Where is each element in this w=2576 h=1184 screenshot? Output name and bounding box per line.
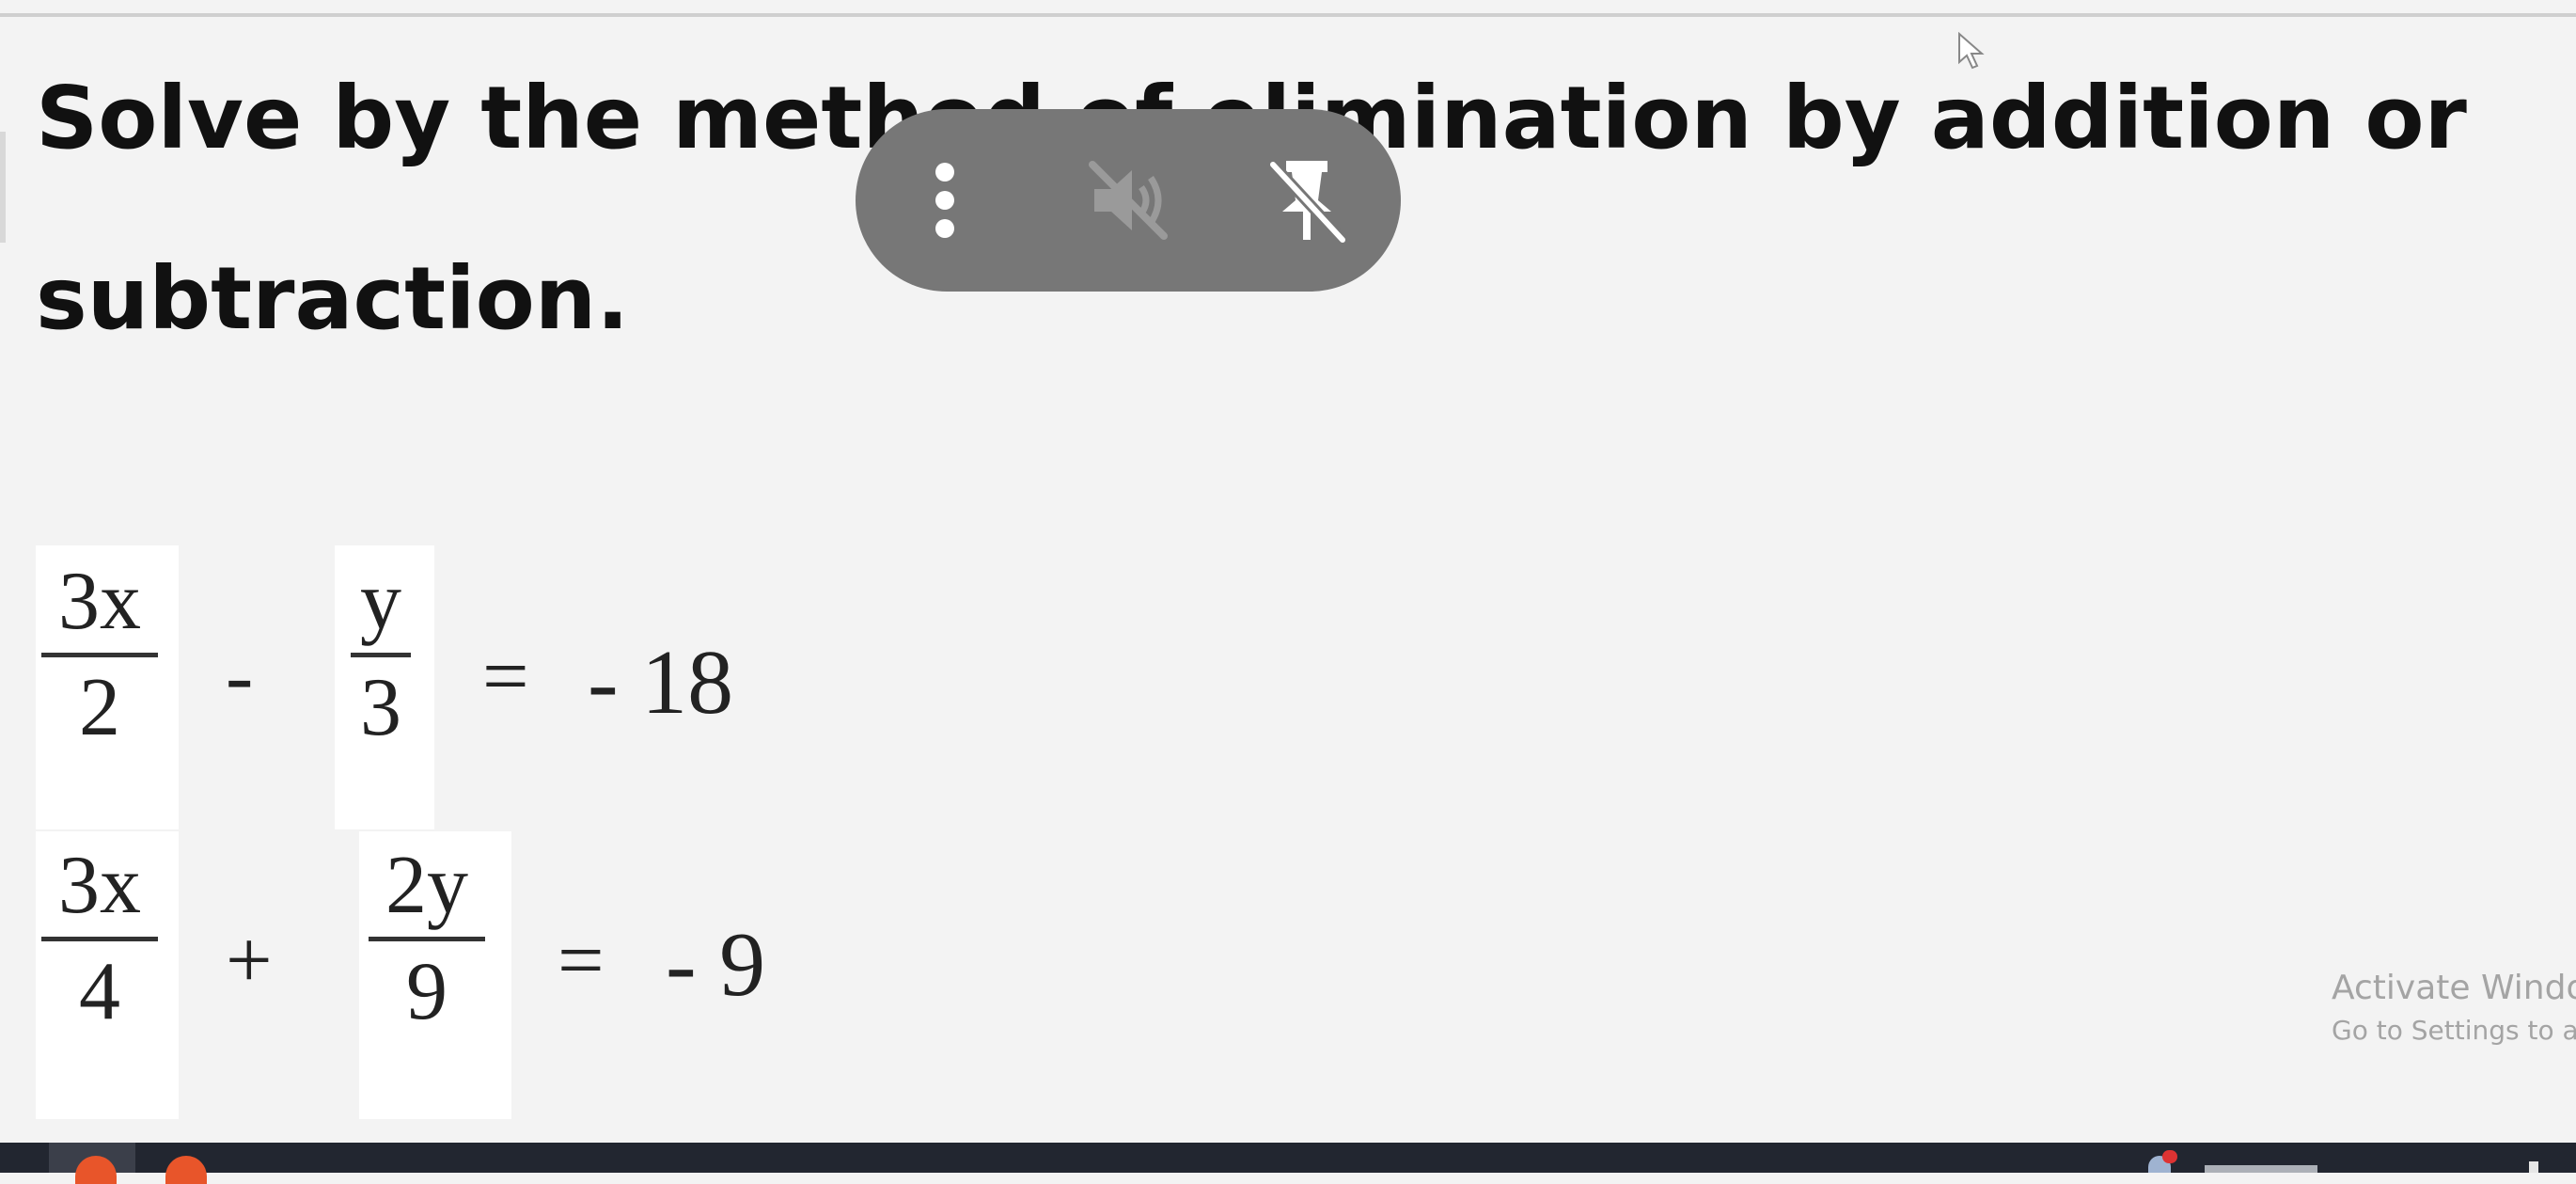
equation-2-term1-fraction: 3x 4 [34, 839, 165, 1039]
more-vertical-icon [935, 163, 954, 238]
question-line-2: subtraction. [36, 248, 630, 349]
left-edge-marker [0, 132, 6, 243]
tray-icon[interactable] [2529, 1161, 2538, 1173]
muted-speaker-icon [1089, 161, 1168, 240]
equation-1-operator: - [226, 631, 254, 722]
browser-icon [75, 1156, 117, 1184]
more-options-button[interactable] [898, 153, 992, 247]
fraction-bar [369, 937, 485, 941]
unpin-icon [1268, 160, 1347, 245]
fraction-denominator: 3 [360, 662, 401, 753]
equation-2-term2-fraction: 2y 9 [361, 839, 493, 1039]
window-top-border [0, 13, 2576, 17]
taskbar-status-text [2205, 1165, 2317, 1173]
equation-1-term1-fraction: 3x 2 [34, 555, 165, 755]
fraction-numerator: 2y [385, 840, 468, 931]
watermark-line-2: Go to Settings to ac [2332, 1015, 2576, 1046]
unpin-button[interactable] [1260, 153, 1354, 247]
activate-windows-watermark: Activate Windo Go to Settings to ac [2332, 967, 2576, 1051]
fraction-bar [41, 937, 158, 941]
fraction-numerator: 3x [58, 840, 141, 931]
fraction-denominator: 2 [79, 662, 120, 753]
fraction-numerator: 3x [58, 556, 141, 647]
fraction-denominator: 9 [406, 946, 448, 1037]
equation-1-equals: = [482, 631, 529, 722]
equation-2-rhs: - 9 [666, 914, 766, 1016]
taskbar-active-app[interactable] [49, 1143, 135, 1184]
fraction-bar [41, 653, 158, 657]
equation-1-term2-fraction: y 3 [315, 555, 447, 755]
equation-1-rhs: - 18 [588, 632, 734, 734]
notification-badge [2162, 1150, 2177, 1163]
fraction-bar [351, 653, 411, 657]
browser-icon[interactable] [165, 1156, 207, 1184]
mouse-cursor-icon [1958, 32, 1985, 70]
taskbar [0, 1143, 2576, 1184]
equation-2-equals: = [558, 915, 605, 1006]
watermark-line-1: Activate Windo [2332, 969, 2576, 1007]
unmute-button[interactable] [1081, 153, 1175, 247]
equation-2-operator: + [226, 915, 273, 1006]
floating-toolbar [856, 109, 1401, 292]
fraction-numerator: y [360, 556, 401, 647]
fraction-denominator: 4 [79, 946, 120, 1037]
